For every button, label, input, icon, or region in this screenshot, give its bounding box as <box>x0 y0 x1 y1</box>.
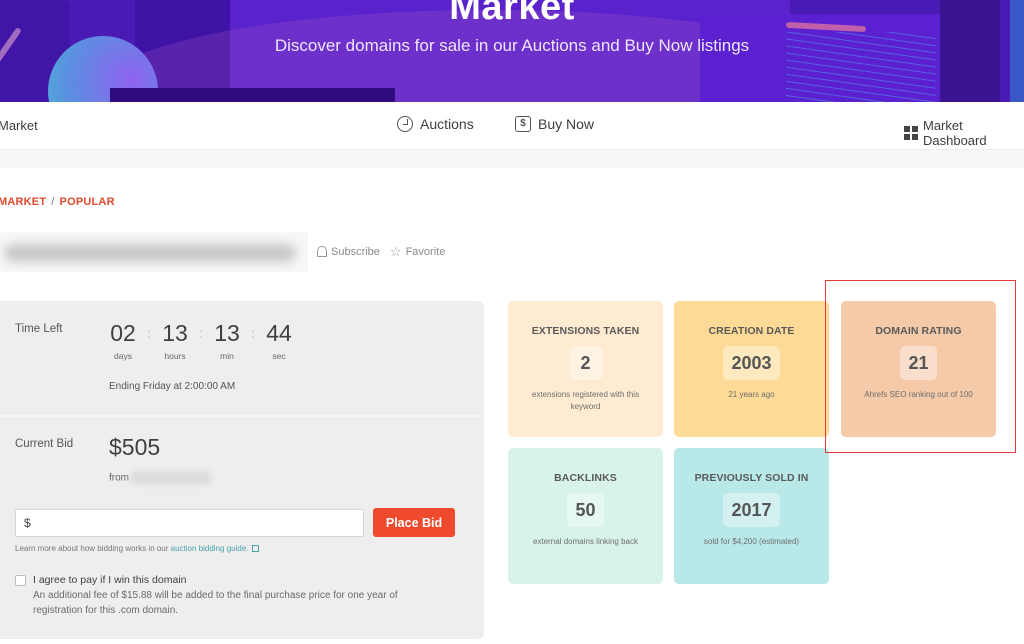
from-label: from <box>109 472 129 484</box>
nav-item-label: Auctions <box>420 116 474 132</box>
stat-description: 21 years ago <box>728 390 775 399</box>
stat-card-extensions-taken: EXTENSIONS TAKEN 2 extensions registered… <box>508 301 663 437</box>
stat-title: CREATION DATE <box>708 325 795 337</box>
domain-actions: Subscribe ☆ Favorite <box>317 245 445 258</box>
auction-panel: Time Left 02 days : 13 hours : 13 min : 44 s… <box>0 301 484 639</box>
nav-item-label: Buy Now <box>538 116 595 132</box>
subscribe-button[interactable]: Subscribe <box>317 245 380 258</box>
section-divider <box>0 150 1024 168</box>
countdown-min: 13 min <box>212 319 242 361</box>
panel-divider <box>0 415 484 417</box>
hero-banner: Market Discover domains for sale in our … <box>0 0 1024 102</box>
stat-description: Ahrefs SEO ranking out of 100 <box>864 390 973 399</box>
current-bid-label: Current Bid <box>15 438 74 450</box>
fee-note: An additional fee of $15.88 will be adde… <box>33 590 398 616</box>
auction-bidding-guide-link[interactable]: auction bidding guide. <box>171 544 249 553</box>
countdown-timer: 02 days : 13 hours : 13 min : 44 sec <box>108 319 294 361</box>
stat-value: 21 <box>900 346 937 380</box>
breadcrumb-separator: / <box>51 196 55 208</box>
nav-item-auctions[interactable]: Auctions <box>397 116 474 132</box>
countdown-unit: sec <box>272 351 286 361</box>
subscribe-label: Subscribe <box>331 245 380 258</box>
hero-subtitle: Discover domains for sale in our Auction… <box>274 36 750 55</box>
ending-time: Ending Friday at 2:00:00 AM <box>109 381 236 392</box>
dashboard-grid-icon <box>904 126 918 140</box>
stat-value: 50 <box>567 493 604 527</box>
star-icon: ☆ <box>389 244 402 259</box>
market-nav: Market Auctions $ Buy Now Market Dashboa… <box>0 102 1024 150</box>
favorite-label: Favorite <box>405 245 446 258</box>
stat-title: EXTENSIONS TAKEN <box>531 325 640 337</box>
favorite-button[interactable]: ☆ Favorite <box>390 245 445 258</box>
countdown-value: 13 <box>162 320 188 346</box>
countdown-unit: hours <box>164 351 186 361</box>
stat-card-previously-sold: PREVIOUSLY SOLD IN 2017 sold for $4,200 … <box>674 448 829 584</box>
stat-card-domain-rating: DOMAIN RATING 21 Ahrefs SEO ranking out … <box>841 301 996 437</box>
stat-value: 2003 <box>723 346 780 380</box>
agree-to-pay: I agree to pay if I win this domain An a… <box>15 574 433 618</box>
hero-decoration <box>110 88 395 102</box>
stat-description: external domains linking back <box>533 537 638 546</box>
nav-item-buy-now[interactable]: $ Buy Now <box>515 116 594 132</box>
nav-item-market-dashboard[interactable]: Market Dashboard <box>904 118 1024 148</box>
stat-description: extensions registered with this keyword <box>531 390 640 411</box>
countdown-value: 02 <box>110 320 136 346</box>
breadcrumb-market[interactable]: MARKET <box>0 196 46 208</box>
agree-checkbox[interactable] <box>15 575 26 586</box>
help-text: Learn more about how bidding works in ou… <box>15 544 171 553</box>
dollar-icon: $ <box>515 116 531 132</box>
auction-clock-icon <box>397 116 413 132</box>
stat-title: DOMAIN RATING <box>875 325 962 337</box>
time-left-label: Time Left <box>15 323 63 335</box>
breadcrumb-popular[interactable]: POPULAR <box>60 196 115 208</box>
blurred-domain-text <box>4 244 296 262</box>
countdown-unit: days <box>114 351 132 361</box>
blurred-bidder <box>131 471 211 485</box>
hero-title: Market <box>449 0 575 28</box>
stat-card-creation-date: CREATION DATE 2003 21 years ago <box>674 301 829 437</box>
stat-title: BACKLINKS <box>554 472 617 484</box>
bell-icon <box>317 246 327 257</box>
countdown-value: 44 <box>266 320 292 346</box>
stat-value: 2 <box>568 346 603 380</box>
countdown-separator: : <box>199 325 203 341</box>
bidding-help-text: Learn more about how bidding works in ou… <box>15 544 259 553</box>
countdown-unit: min <box>220 351 234 361</box>
stat-card-backlinks: BACKLINKS 50 external domains linking ba… <box>508 448 663 584</box>
countdown-sec: 44 sec <box>264 319 294 361</box>
countdown-days: 02 days <box>108 319 138 361</box>
agree-label: I agree to pay if I win this domain <box>33 574 187 586</box>
countdown-separator: : <box>251 325 255 341</box>
stat-description: sold for $4,200 (estimated) <box>703 537 800 546</box>
nav-item-label: Market Dashboard <box>923 118 987 148</box>
domain-name-title <box>0 232 308 272</box>
stat-title: PREVIOUSLY SOLD IN <box>694 472 809 484</box>
place-bid-button[interactable]: Place Bid <box>373 508 455 537</box>
current-bid-amount: $505 <box>109 434 161 460</box>
countdown-hours: 13 hours <box>160 319 190 361</box>
stat-value: 2017 <box>723 493 780 527</box>
bid-amount-input[interactable] <box>15 509 364 537</box>
countdown-value: 13 <box>214 320 240 346</box>
external-link-icon <box>251 545 259 553</box>
breadcrumb: MARKET / POPULAR <box>0 196 115 208</box>
nav-brand[interactable]: Market <box>0 118 38 133</box>
countdown-separator: : <box>147 325 151 341</box>
bid-from: from <box>109 471 211 485</box>
